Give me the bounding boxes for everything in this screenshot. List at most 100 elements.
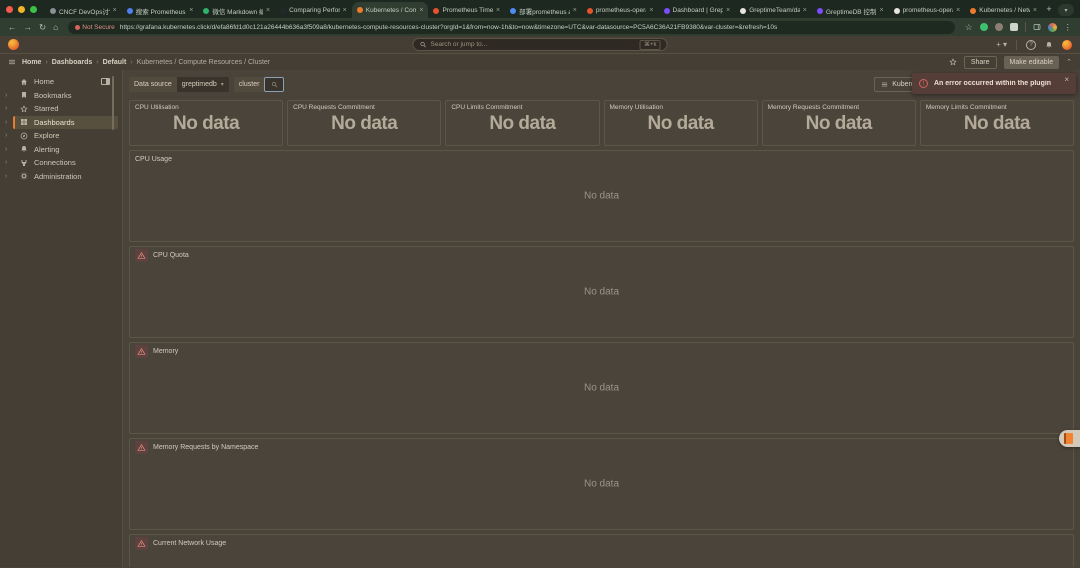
extension-icon-gray[interactable] xyxy=(995,23,1003,31)
share-button[interactable]: Share xyxy=(964,56,997,69)
breadcrumb-label[interactable]: Kubernetes / Compute Resources / Cluster xyxy=(137,59,270,66)
tab-close-icon[interactable]: × xyxy=(343,7,347,14)
forward-icon[interactable]: → xyxy=(24,23,33,32)
breadcrumb-label[interactable]: Dashboards xyxy=(52,59,92,66)
expand-chevron-icon[interactable]: › xyxy=(5,146,13,153)
sidebar-item[interactable]: › Alerting xyxy=(0,143,122,157)
tab-close-icon[interactable]: × xyxy=(496,7,500,14)
panel-title[interactable]: CPU Limits Commitment xyxy=(451,104,593,111)
expand-chevron-icon[interactable]: › xyxy=(5,173,13,180)
browser-tab[interactable]: prometheus-opera × xyxy=(582,3,659,18)
panel-header[interactable]: CPU Usage xyxy=(130,151,1073,168)
tab-close-icon[interactable]: × xyxy=(803,7,807,14)
tab-close-icon[interactable]: × xyxy=(113,7,117,14)
cluster-filter-input[interactable] xyxy=(264,77,284,92)
browser-tab[interactable]: prometheus-opera × xyxy=(889,3,966,18)
expand-chevron-icon[interactable]: › xyxy=(5,132,13,139)
panel-header[interactable]: Memory Requests by Namespace xyxy=(130,439,1073,456)
panel-title[interactable]: Current Network Usage xyxy=(153,540,226,547)
tab-close-icon[interactable]: × xyxy=(189,7,193,14)
panel-header[interactable]: Current Network Usage xyxy=(130,535,1073,552)
expand-chevron-icon[interactable]: › xyxy=(5,119,13,126)
notifications-bell-icon[interactable] xyxy=(1045,41,1053,49)
new-tab-button[interactable]: + xyxy=(1042,0,1056,18)
browser-tab[interactable]: 部署prometheus a × xyxy=(505,3,582,18)
tab-close-icon[interactable]: × xyxy=(726,7,730,14)
not-secure-badge[interactable]: Not Secure xyxy=(75,24,115,31)
panel-error-icon[interactable] xyxy=(135,249,148,262)
breadcrumb-label[interactable]: Home xyxy=(22,59,41,66)
back-icon[interactable]: ← xyxy=(8,23,17,32)
panel-error-icon[interactable] xyxy=(135,441,148,454)
url-bar[interactable]: Not Secure https://grafana.kubernetes.cl… xyxy=(68,21,955,34)
sidebar-item[interactable]: › Starred xyxy=(0,102,122,116)
extension-icon-green[interactable] xyxy=(980,23,988,31)
browser-tab[interactable]: Prometheus Time S × xyxy=(428,3,505,18)
panel-title[interactable]: Memory Requests Commitment xyxy=(768,104,910,111)
sidebar-item[interactable]: › Explore xyxy=(0,129,122,143)
panel-error-icon[interactable] xyxy=(135,537,148,550)
panel-header[interactable]: Memory xyxy=(130,343,1073,360)
browser-tab[interactable]: Kubernetes / Netw × xyxy=(965,3,1042,18)
tab-close-icon[interactable]: × xyxy=(266,7,270,14)
sidebar-item[interactable]: › Administration xyxy=(0,170,122,184)
browser-tab[interactable]: 搜索 Prometheus A × xyxy=(122,3,199,18)
tab-close-icon[interactable]: × xyxy=(956,7,960,14)
tab-search-chevron-icon[interactable]: ▾ xyxy=(1058,4,1074,16)
browser-tab[interactable]: GreptimeDB 控制台 × xyxy=(812,3,889,18)
tab-close-icon[interactable]: × xyxy=(879,7,883,14)
browser-tab[interactable]: Kubernetes / Comp × xyxy=(352,2,429,18)
browser-tab[interactable]: Dashboard | Grept × xyxy=(659,3,736,18)
panel-title[interactable]: CPU Requests Commitment xyxy=(293,104,435,111)
home-icon[interactable]: ⌂ xyxy=(53,23,58,32)
breadcrumb-item[interactable]: Default › xyxy=(103,59,133,66)
breadcrumb-item[interactable]: Kubernetes / Compute Resources / Cluster… xyxy=(137,59,270,66)
grafana-logo[interactable] xyxy=(8,39,19,50)
breadcrumb-item[interactable]: Dashboards › xyxy=(52,59,99,66)
sidebar-item[interactable]: › Home xyxy=(0,75,122,89)
breadcrumb-item[interactable]: Home › xyxy=(22,59,48,66)
make-editable-button[interactable]: Make editable xyxy=(1004,56,1060,69)
dock-sidebar-icon[interactable] xyxy=(101,78,110,85)
tab-close-icon[interactable]: × xyxy=(649,7,653,14)
panel-title[interactable]: Memory Utilisation xyxy=(610,104,752,111)
toast-close-icon[interactable]: × xyxy=(1064,76,1069,84)
tab-close-icon[interactable]: × xyxy=(1033,7,1037,14)
bookmark-star-icon[interactable]: ☆ xyxy=(965,23,973,32)
panel-title[interactable]: CPU Quota xyxy=(153,252,189,259)
panel-title[interactable]: CPU Usage xyxy=(135,156,172,163)
expand-chevron-icon[interactable]: › xyxy=(5,159,13,166)
close-window-button[interactable] xyxy=(6,6,13,13)
browser-tab[interactable]: GreptimeTeam/da × xyxy=(735,3,812,18)
minimize-window-button[interactable] xyxy=(18,6,25,13)
panel-title[interactable]: CPU Utilisation xyxy=(135,104,277,111)
browser-tab[interactable]: 微信 Markdown 编辑 × xyxy=(198,3,275,18)
reload-icon[interactable]: ↻ xyxy=(39,23,46,32)
new-item-plus-icon[interactable]: + ▾ xyxy=(996,41,1007,49)
sidebar-scrollbar-thumb[interactable] xyxy=(112,76,114,130)
browser-tab[interactable]: Comparing Perform × xyxy=(275,3,352,18)
panel-title[interactable]: Memory Limits Commitment xyxy=(926,104,1068,111)
global-search-box[interactable]: ⌘+k xyxy=(413,38,668,51)
mega-menu-burger-icon[interactable] xyxy=(8,58,16,66)
panel-error-icon[interactable] xyxy=(135,345,148,358)
collapse-caret-icon[interactable]: ⌃ xyxy=(1066,58,1072,66)
tab-close-icon[interactable]: × xyxy=(573,7,577,14)
panel-header[interactable]: CPU Quota xyxy=(130,247,1073,264)
side-panel-icon[interactable] xyxy=(1033,23,1041,31)
sidebar-item[interactable]: › Connections xyxy=(0,156,122,170)
expand-chevron-icon[interactable]: › xyxy=(5,92,13,99)
maximize-window-button[interactable] xyxy=(30,6,37,13)
extension-handle[interactable] xyxy=(1059,430,1080,447)
help-icon[interactable]: ? xyxy=(1026,40,1036,50)
search-input[interactable] xyxy=(431,41,636,48)
extensions-puzzle-icon[interactable] xyxy=(1010,23,1018,31)
expand-chevron-icon[interactable]: › xyxy=(5,105,13,112)
tab-close-icon[interactable]: × xyxy=(419,7,423,14)
panel-title[interactable]: Memory Requests by Namespace xyxy=(153,444,258,451)
user-avatar[interactable] xyxy=(1062,40,1072,50)
breadcrumb-label[interactable]: Default xyxy=(103,59,127,66)
browser-profile-avatar[interactable] xyxy=(1048,23,1057,32)
panel-title[interactable]: Memory xyxy=(153,348,178,355)
menu-dots-icon[interactable]: ⋮ xyxy=(1064,23,1073,32)
